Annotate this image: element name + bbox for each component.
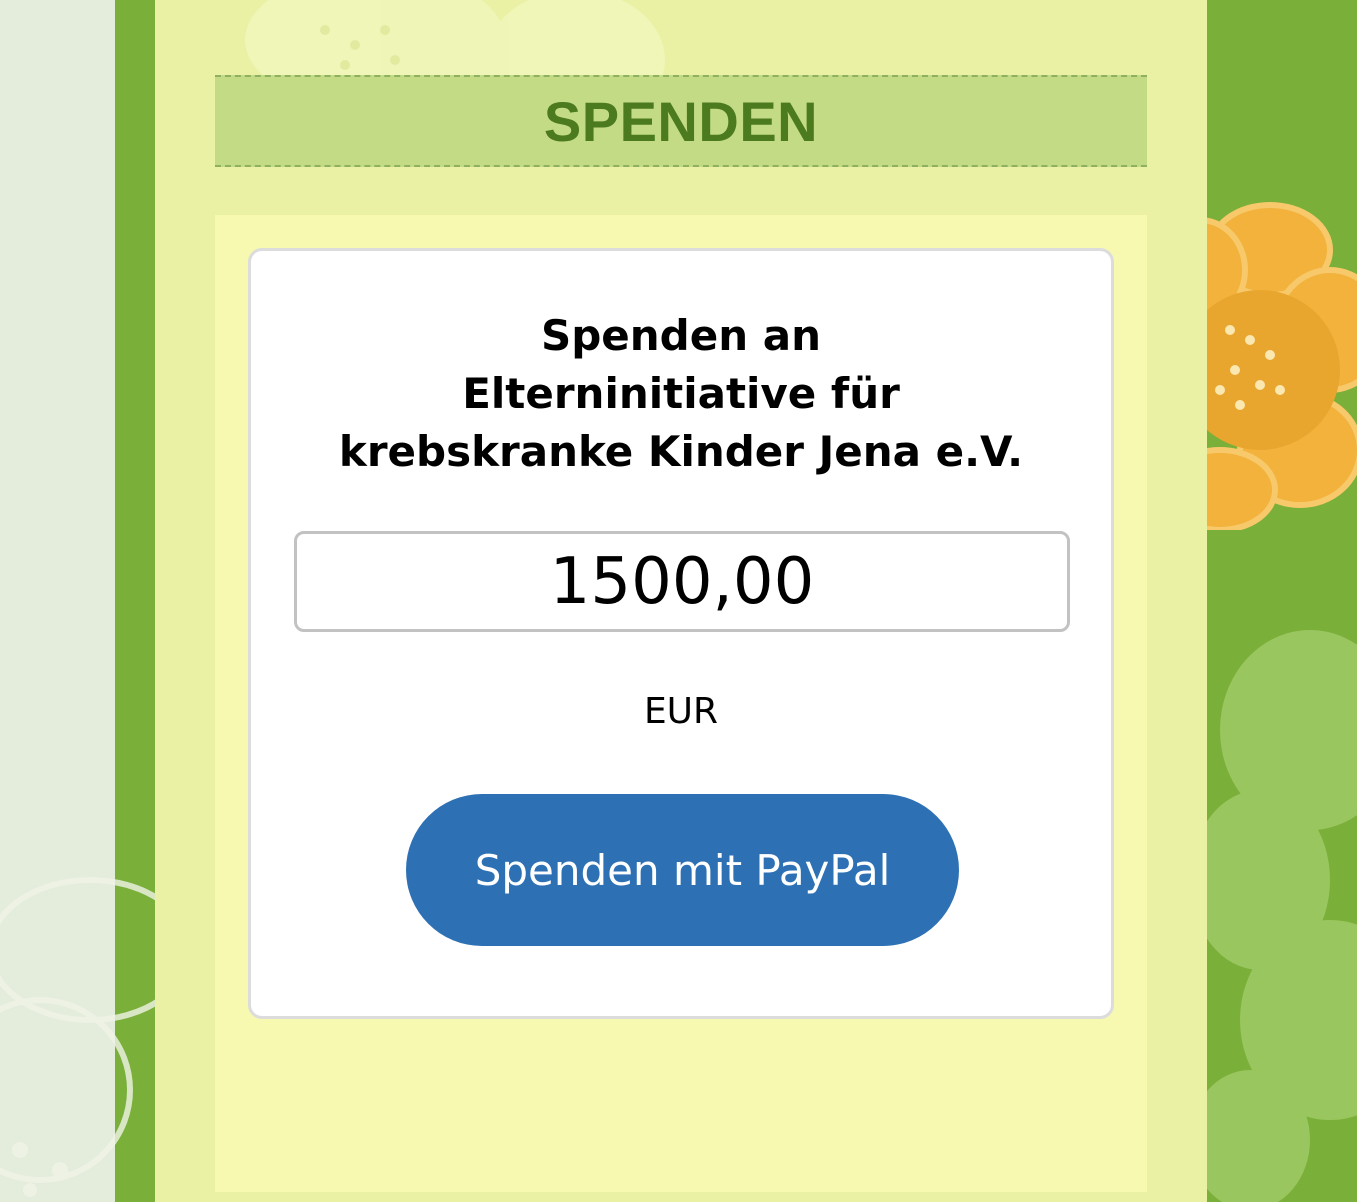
- donation-recipient-title: Spenden an Elterninitiative für krebskra…: [251, 307, 1111, 481]
- title-line: Spenden an: [540, 311, 821, 360]
- currency-label: EUR: [643, 691, 719, 732]
- section-title: SPENDEN: [543, 89, 819, 153]
- title-line: Elterninitiative für: [462, 369, 900, 418]
- donation-amount-input[interactable]: [294, 531, 1070, 632]
- donation-card: Spenden an Elterninitiative für krebskra…: [248, 248, 1114, 1019]
- left-background: [0, 0, 115, 1202]
- donate-with-paypal-button[interactable]: Spenden mit PayPal: [406, 794, 959, 946]
- section-header: SPENDEN: [215, 75, 1147, 167]
- title-line: krebskranke Kinder Jena e.V.: [338, 427, 1024, 476]
